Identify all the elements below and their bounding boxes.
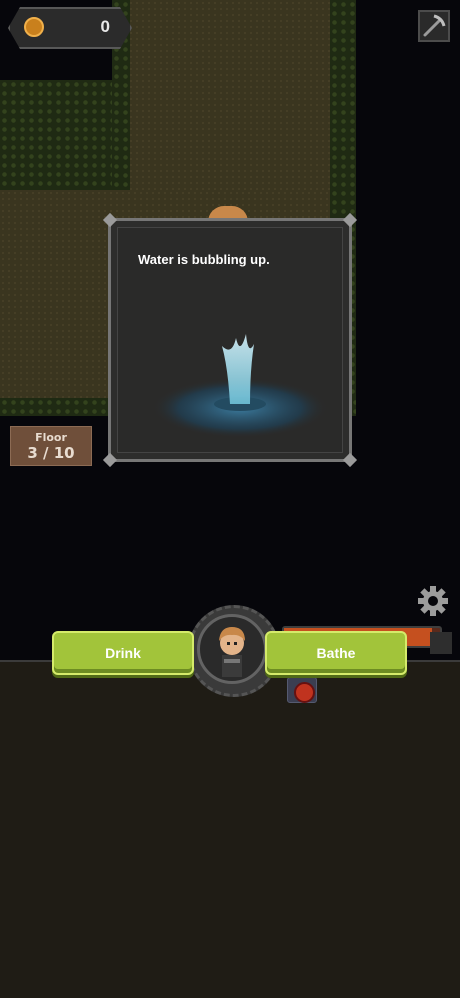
hero-avatar-icon [219,627,245,677]
event-dialog-inner: Water is bubbling up. [117,227,343,453]
hero-portrait [197,614,267,684]
floor-value: 3 / 10 [27,444,75,462]
water-fountain-image [152,334,328,438]
floor-indicator: Floor 3 / 10 [10,426,92,466]
coin-count: 0 [100,17,110,36]
pickaxe-glyph [423,14,446,37]
coin-counter: 0 [8,7,132,49]
pickaxe-icon[interactable] [418,10,450,42]
potion-slot[interactable] [287,677,317,703]
corridor-floor [128,0,338,200]
floor-label: Floor [35,431,67,444]
event-dialog: Water is bubbling up. [102,212,358,468]
health-bar-cap [430,632,452,654]
drink-button[interactable]: Drink [52,631,194,675]
bottom-panel [0,660,460,998]
coin-icon [24,17,44,37]
red-potion-icon [294,682,315,703]
hedge-wall [0,80,128,190]
event-message: Water is bubbling up. [138,252,270,267]
bathe-button[interactable]: Bathe [265,631,407,675]
gear-glyph [418,586,448,616]
gear-icon[interactable] [417,585,449,617]
